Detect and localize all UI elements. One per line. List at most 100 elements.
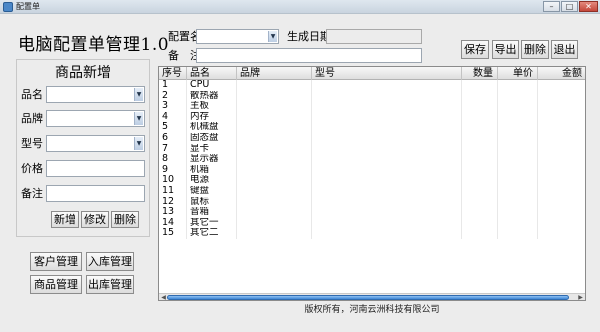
table-cell[interactable] [498,122,538,133]
maximize-button[interactable]: □ [561,1,578,12]
table-cell[interactable] [462,175,498,186]
product-name-cell[interactable]: 其它一 [187,217,237,229]
table-cell[interactable] [538,218,585,229]
model-select[interactable]: ▼ [46,135,145,152]
table-cell[interactable] [237,143,312,155]
row-index-cell[interactable]: 8 [159,154,187,165]
brand-select[interactable]: ▼ [46,110,145,127]
row-index-cell[interactable]: 15 [159,228,187,239]
add-button[interactable]: 新增 [51,211,79,228]
row-index-cell[interactable]: 9 [159,164,187,176]
table-cell[interactable] [462,122,498,133]
close-button[interactable]: ✕ [579,1,598,12]
column-header[interactable]: 序号 [159,67,187,80]
table-cell[interactable] [498,154,538,165]
product-management-button[interactable]: 商品管理 [30,275,82,294]
table-cell[interactable] [237,101,312,112]
row-index-cell[interactable]: 10 [159,175,187,186]
exit-button[interactable]: 退出 [551,40,578,59]
row-index-cell[interactable]: 6 [159,132,187,144]
product-name-cell[interactable]: 显卡 [187,143,237,155]
table-cell[interactable] [538,197,585,208]
table-row[interactable]: 12 鼠标 [159,196,585,208]
table-cell[interactable] [538,186,585,197]
table-cell[interactable] [462,196,498,208]
table-cell[interactable] [498,80,538,91]
stock-out-management-button[interactable]: 出库管理 [86,275,134,294]
table-cell[interactable] [237,217,312,229]
config-name-select[interactable]: ▼ [196,29,279,44]
table-row[interactable]: 5 机械盘 [159,122,585,133]
table-cell[interactable] [498,175,538,186]
product-name-cell[interactable]: 音箱 [187,207,237,218]
minimize-button[interactable]: – [543,1,560,12]
product-name-cell[interactable]: CPU [187,80,237,91]
row-index-cell[interactable]: 11 [159,185,187,197]
table-cell[interactable] [462,111,498,123]
product-name-cell[interactable]: 其它二 [187,228,237,239]
table-row[interactable]: 9 机箱 [159,164,585,176]
row-index-cell[interactable]: 7 [159,143,187,155]
product-name-cell[interactable]: 固态盘 [187,132,237,144]
product-name-cell[interactable]: 机械盘 [187,122,237,133]
column-header[interactable]: 金额 [538,67,585,80]
table-cell[interactable] [462,217,498,229]
table-cell[interactable] [237,90,312,102]
table-cell[interactable] [237,122,312,133]
table-cell[interactable] [462,164,498,176]
column-header[interactable]: 品牌 [237,67,312,80]
horizontal-scrollbar[interactable]: ◀ ▶ [159,293,585,300]
table-row[interactable]: 8 显示器 [159,154,585,165]
table-cell[interactable] [312,80,462,91]
delete-item-button[interactable]: 删除 [111,211,139,228]
config-note-input[interactable] [196,48,422,63]
table-row[interactable]: 7 显卡 [159,143,585,155]
table-cell[interactable] [538,122,585,133]
table-row[interactable]: 2 散热器 [159,90,585,102]
table-row[interactable]: 11 键盘 [159,185,585,197]
chevron-down-icon[interactable]: ▼ [134,112,143,125]
row-index-cell[interactable]: 13 [159,207,187,218]
table-cell[interactable] [498,143,538,155]
table-cell[interactable] [237,207,312,218]
product-name-cell[interactable]: 显示器 [187,154,237,165]
table-cell[interactable] [498,196,538,208]
product-name-cell[interactable]: 内存 [187,111,237,123]
table-cell[interactable] [538,154,585,165]
table-cell[interactable] [237,154,312,165]
table-cell[interactable] [462,207,498,218]
row-index-cell[interactable]: 1 [159,80,187,91]
table-cell[interactable] [237,196,312,208]
product-name-cell[interactable]: 机箱 [187,164,237,176]
column-header[interactable]: 单价 [498,67,538,80]
table-row[interactable]: 15 其它二 [159,228,585,239]
scroll-right-icon[interactable]: ▶ [577,294,584,300]
table-cell[interactable] [498,217,538,229]
table-cell[interactable] [498,101,538,112]
table-cell[interactable] [462,90,498,102]
table-cell[interactable] [312,111,462,123]
config-table[interactable]: 序号 品名 品牌 型号 数量 单价 金额 1 CPU 2 散热器 3 主板 4 内存 5 机械盘 6… [158,66,586,301]
table-cell[interactable] [237,80,312,91]
table-cell[interactable] [498,90,538,102]
customer-management-button[interactable]: 客户管理 [30,252,82,271]
table-cell[interactable] [462,228,498,239]
row-index-cell[interactable]: 3 [159,101,187,112]
table-cell[interactable] [312,217,462,229]
table-cell[interactable] [237,228,312,239]
row-index-cell[interactable]: 12 [159,196,187,208]
table-cell[interactable] [312,175,462,186]
table-cell[interactable] [538,165,585,176]
table-cell[interactable] [498,111,538,123]
table-cell[interactable] [538,80,585,91]
table-cell[interactable] [312,143,462,155]
column-header[interactable]: 品名 [187,67,237,80]
table-cell[interactable] [462,80,498,91]
table-cell[interactable] [312,132,462,144]
table-cell[interactable] [237,164,312,176]
table-cell[interactable] [312,101,462,112]
product-name-cell[interactable]: 电源 [187,175,237,186]
table-cell[interactable] [237,185,312,197]
chevron-down-icon[interactable]: ▼ [268,31,277,42]
product-name-cell[interactable]: 散热器 [187,90,237,102]
